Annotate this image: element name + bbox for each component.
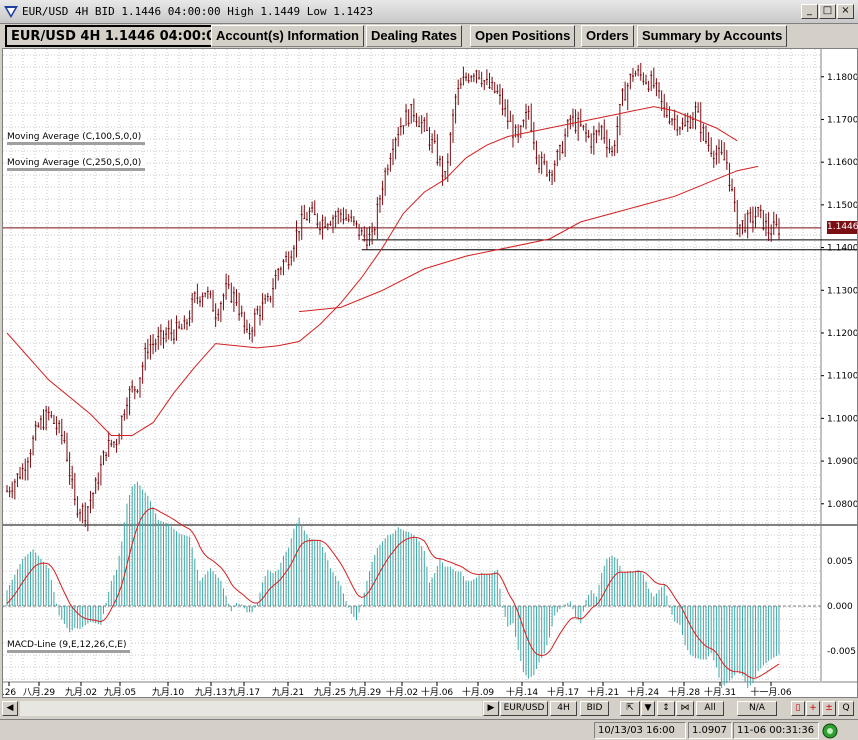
time-tick-label: 八月.29 [23,687,56,697]
ma250-label[interactable]: Moving Average (C,250,S,0,0) [7,158,146,171]
tab-bar: EUR/USD 4H 1.1446 04:00:00 Account(s) In… [0,24,858,48]
draw-tool-icon[interactable]: ↕ [657,701,675,716]
price-tick-label: 1.1100 [827,372,857,382]
chart-area[interactable]: 1.1800 1.1700 1.1600 1.1500 1.1400 1.1300 1.12… [2,48,858,698]
chart-tool-icon[interactable]: ▯ [791,701,805,716]
time-tick-label: 九月.29 [349,687,382,697]
time-tick-label: 九月.02 [65,687,97,697]
macd-tick-label: 0.000 [827,602,853,612]
line-tool-icon[interactable]: ⋈ [676,701,694,716]
price-tick-label: 1.1500 [827,201,857,211]
price-chart[interactable]: 1.1800 1.1700 1.1600 1.1500 1.1400 1.1300 1.12… [3,49,857,697]
time-tick-label: 十月.06 [421,686,454,697]
maximize-button[interactable]: □ [819,4,836,19]
price-tick-label: 1.1200 [827,329,857,339]
price-tick-label: 1.1000 [827,414,857,424]
macd-label[interactable]: MACD-Line (9,E,12,26,C,E) [7,640,131,653]
time-tick-label: 十月.28 [668,686,701,697]
time-tick-label: 十月.02 [386,686,418,697]
horizontal-scrollbar[interactable]: ◀ ▶ [2,700,500,717]
all-button[interactable]: All [696,701,724,716]
connection-status-icon [822,723,838,739]
macd-tick-label: 0.005 [827,557,853,567]
time-tick-label: 十月.24 [627,686,660,697]
time-tick-label: 十月.09 [462,686,495,697]
scroll-right-icon[interactable]: ▶ [483,701,499,716]
price-tick-label: 1.1700 [827,115,857,125]
bid-button[interactable]: BID [580,701,609,716]
close-button[interactable]: × [837,4,854,19]
minimize-button[interactable]: _ [801,4,818,19]
time-tick-label: 十一月.06 [750,686,792,697]
price-tick-label: 1.0800 [827,500,857,510]
crosshair-icon[interactable]: + [806,701,820,716]
price-tick-label: 1.1300 [827,286,857,296]
current-price-tag: 1.1446 [827,221,858,234]
timeframe-button[interactable]: 4H [550,701,577,716]
tab-orders[interactable]: Orders [581,25,634,47]
tab-dealing-rates[interactable]: Dealing Rates [366,25,462,47]
time-tick-label: 十月.31 [704,686,736,697]
time-tick-label: 九月.13 [195,687,227,697]
ma250-line [299,165,759,313]
scroll-track[interactable] [20,701,482,716]
time-tick-label: 十月.21 [587,686,619,697]
price-tick-label: 1.1600 [827,158,857,168]
time-tick-label: 九月.25 [314,687,346,697]
status-bar: 10/13/03 16:00 1.0907 11-06 00:31:36 [0,719,858,740]
price-tick-label: 1.0900 [827,457,857,467]
cursor-date-time: 10/13/03 16:00 [594,722,686,739]
na-button[interactable]: N/A [737,701,777,716]
time-tick-label: .26 [3,688,16,697]
time-tick-label: 九月.05 [104,687,136,697]
zoom-icon[interactable]: ± [822,701,836,716]
server-clock: 11-06 00:31:36 [733,722,819,739]
price-tick-label: 1.1800 [827,73,857,83]
window-title: EUR/USD 4H BID 1.1446 04:00:00 High 1.14… [22,5,373,18]
tab-chart[interactable]: EUR/USD 4H 1.1446 04:00:00 [5,25,231,47]
tab-summary-by-accounts[interactable]: Summary by Accounts [637,25,788,47]
time-tick-label: 十月.17 [547,686,579,697]
macd-tick-label: -0.005 [827,647,856,657]
title-bar[interactable]: EUR/USD 4H BID 1.1446 04:00:00 High 1.14… [0,0,858,24]
ma100-label[interactable]: Moving Average (C,100,S,0,0) [7,132,146,145]
cursor-tool-icon[interactable]: ⇱ [620,701,640,716]
time-tick-label: 十月.14 [506,686,539,697]
symbol-button[interactable]: EUR/USD [500,701,548,716]
help-button[interactable]: Q [838,701,854,716]
tab-open-positions[interactable]: Open Positions [470,25,576,47]
app-logo-icon [4,6,18,18]
scroll-left-icon[interactable]: ◀ [2,701,18,716]
chart-window: EUR/USD 4H BID 1.1446 04:00:00 High 1.14… [0,0,858,740]
time-tick-label: 九月.21 [272,687,304,697]
dropdown-icon[interactable]: ▼ [641,701,655,716]
cursor-value: 1.0907 [688,722,732,739]
price-tick-label: 1.1400 [827,244,857,254]
tab-account-information[interactable]: Account(s) Information [211,25,364,47]
time-tick-label: 九月.10 [152,687,185,697]
time-tick-label: 九月.17 [228,687,260,697]
